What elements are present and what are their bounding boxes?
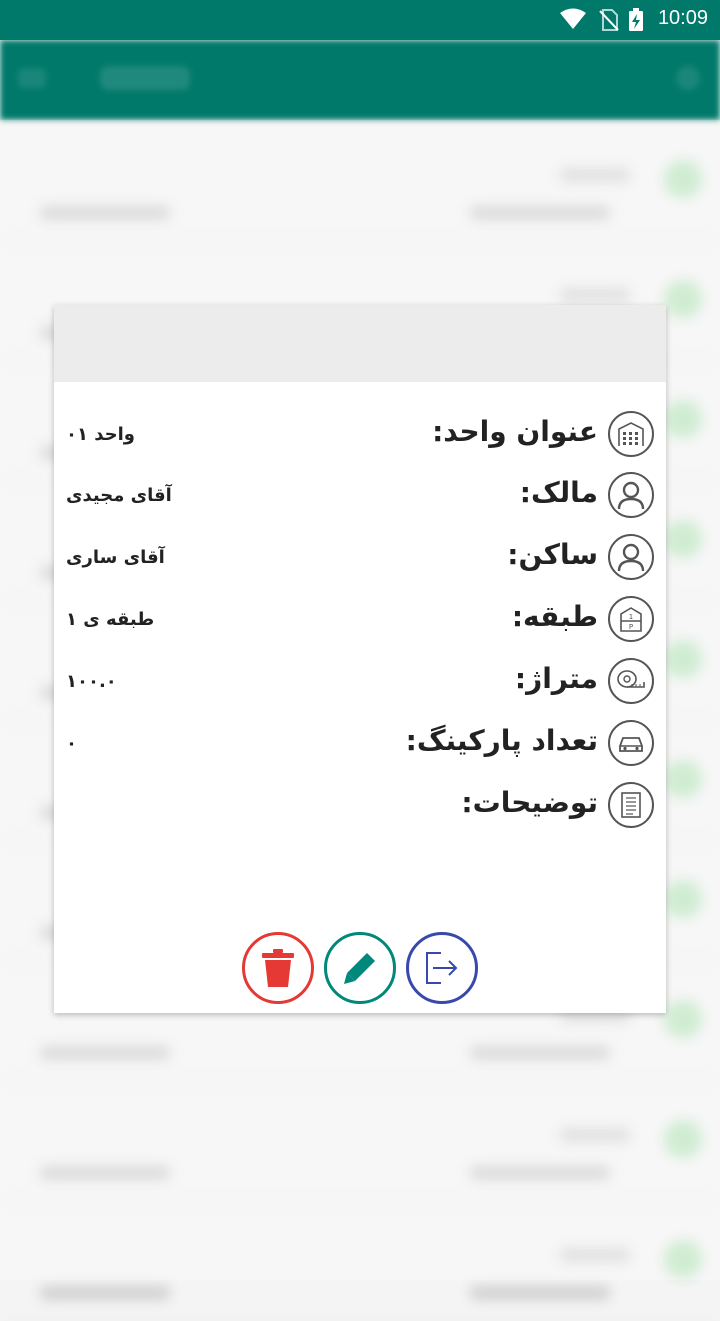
unit-title-value: واحد ۰۱ (66, 424, 135, 445)
parking-row: تعداد پارکینگ: ۰ (54, 716, 666, 772)
floor-icon: 1 P (608, 596, 654, 642)
exit-icon (426, 952, 458, 984)
status-time: 10:09 (657, 7, 708, 29)
car-icon (608, 720, 654, 766)
search-icon (676, 66, 700, 90)
delete-button[interactable] (242, 932, 314, 1004)
unit-details-dialog: عنوان واحد: واحد ۰۱ مالک: آقای مجیدی ساک… (54, 305, 666, 1013)
menu-icon (18, 68, 46, 88)
tape-measure-icon (608, 658, 654, 704)
svg-text:1: 1 (629, 613, 633, 621)
building-icon (608, 411, 654, 457)
owner-value: آقای مجیدی (66, 485, 172, 506)
area-row: متراژ: ۱۰۰.۰ (54, 654, 666, 710)
status-bar: 10:09 (0, 0, 720, 40)
resident-value: آقای ساری (66, 547, 165, 568)
floor-row: 1 P طبقه: طبقه ی ۱ (54, 592, 666, 648)
app-bar-title (100, 66, 190, 90)
svg-text:P: P (629, 623, 633, 631)
app-bar (0, 40, 720, 120)
resident-label: ساکن: (507, 538, 598, 571)
notes-icon (608, 782, 654, 828)
description-row: توضیحات: (54, 778, 666, 834)
person-icon (608, 472, 654, 518)
battery-charging-icon (629, 8, 643, 31)
floor-label: طبقه: (511, 600, 598, 633)
no-sim-icon (599, 9, 619, 31)
area-value: ۱۰۰.۰ (66, 671, 117, 692)
edit-button[interactable] (324, 932, 396, 1004)
unit-title-label: عنوان واحد: (432, 415, 598, 448)
parking-value: ۰ (66, 733, 77, 754)
resident-row: ساکن: آقای ساری (54, 530, 666, 586)
wifi-icon (560, 8, 586, 29)
dialog-header (54, 305, 666, 382)
parking-label: تعداد پارکینگ: (405, 724, 598, 757)
trash-icon (262, 949, 294, 987)
person-icon (608, 534, 654, 580)
exit-button[interactable] (406, 932, 478, 1004)
pencil-icon (344, 953, 375, 984)
unit-title-row: عنوان واحد: واحد ۰۱ (54, 407, 666, 463)
floor-value: طبقه ی ۱ (66, 609, 155, 630)
area-label: متراژ: (514, 662, 598, 695)
description-label: توضیحات: (461, 786, 598, 819)
owner-label: مالک: (519, 476, 598, 509)
owner-row: مالک: آقای مجیدی (54, 468, 666, 524)
